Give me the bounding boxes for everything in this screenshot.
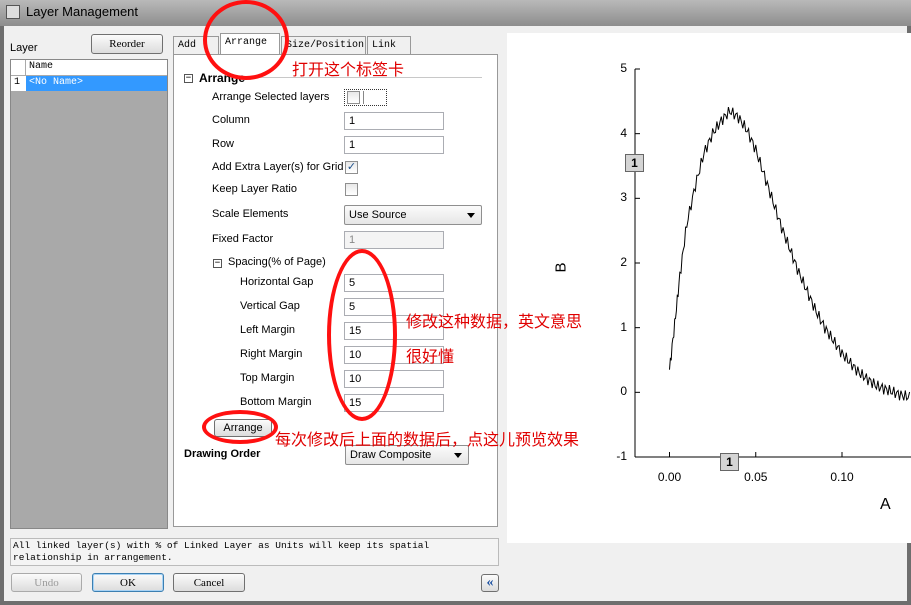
list-header: Name xyxy=(11,60,167,76)
column-label: Column xyxy=(212,114,250,126)
y-axis-label: B xyxy=(552,262,570,273)
scale-elements-select[interactable]: Use Source xyxy=(344,205,482,225)
arrange-collapse-toggle[interactable]: − xyxy=(184,74,193,83)
drawing-order-label: Drawing Order xyxy=(184,448,261,460)
scale-elements-value: Use Source xyxy=(349,209,407,221)
keep-ratio-checkbox[interactable] xyxy=(345,183,358,196)
add-extra-checkbox[interactable]: ✓ xyxy=(345,161,358,174)
info-text-line2: relationship in arrangement. xyxy=(13,552,173,563)
annotation-modify-2: 很好懂 xyxy=(406,349,455,366)
annotation-circle-values xyxy=(327,249,397,421)
chevron-down-icon xyxy=(454,453,462,458)
info-text-line1: All linked layer(s) with % of Linked Lay… xyxy=(13,540,430,551)
x-tick-marks xyxy=(669,452,843,457)
row-name: <No Name> xyxy=(29,77,84,88)
keep-ratio-label: Keep Layer Ratio xyxy=(212,183,297,195)
tab-link[interactable]: Link xyxy=(367,36,411,55)
y-tick-label: 3 xyxy=(620,190,627,205)
annotation-modify-1: 修改这种数据，英文意思 xyxy=(406,314,583,331)
window-title: Layer Management xyxy=(26,4,139,19)
graph-svg xyxy=(634,68,911,458)
fixed-factor-label: Fixed Factor xyxy=(212,233,274,245)
fixed-factor-input[interactable]: 1 xyxy=(344,231,444,249)
arrange-selected-checkbox[interactable] xyxy=(347,91,360,104)
y-tick-label: 0 xyxy=(620,384,627,399)
x-tick-label: 0.05 xyxy=(744,470,768,484)
ok-button[interactable]: OK xyxy=(92,573,164,592)
x-tick-label: 0.10 xyxy=(830,470,854,484)
spacing-collapse-toggle[interactable]: − xyxy=(213,259,222,268)
y-tick-label: 5 xyxy=(620,61,627,75)
chevron-down-icon xyxy=(467,213,475,218)
horizontal-gap-label: Horizontal Gap xyxy=(240,276,314,288)
layer-label: Layer xyxy=(10,42,38,54)
column-input[interactable]: 1 xyxy=(344,112,444,130)
undo-button[interactable]: Undo xyxy=(11,573,82,592)
right-margin-label: Right Margin xyxy=(240,348,303,360)
annotation-preview: 每次修改后上面的数据后，点这儿预览效果 xyxy=(275,432,580,449)
y-tick-label: 4 xyxy=(620,125,627,140)
y-tick-label: 2 xyxy=(620,255,627,269)
list-item[interactable]: 1 <No Name> xyxy=(11,76,167,91)
y-tick-marks xyxy=(635,68,640,458)
cancel-button[interactable]: Cancel xyxy=(173,573,245,592)
row-index: 1 xyxy=(14,77,21,88)
arrange-selected-checkbox-wrap[interactable] xyxy=(344,89,387,106)
arrange-selected-label: Arrange Selected layers xyxy=(212,91,330,103)
row-label: Row xyxy=(212,138,235,150)
y-tick-label: -1 xyxy=(616,449,627,463)
x-tick-label: 0.00 xyxy=(657,470,682,484)
app-icon xyxy=(6,5,20,19)
left-margin-label: Left Margin xyxy=(240,324,296,336)
drawing-order-value: Draw Composite xyxy=(350,449,432,461)
row-input[interactable]: 1 xyxy=(344,136,444,154)
tab-size-position[interactable]: Size/Position xyxy=(281,36,366,55)
layer-list[interactable]: Name 1 <No Name> xyxy=(10,59,168,529)
vertical-gap-label: Vertical Gap xyxy=(240,300,300,312)
bottom-margin-label: Bottom Margin xyxy=(240,396,312,408)
annotation-open-tab: 打开这个标签卡 xyxy=(292,62,405,79)
x-axis-label: A xyxy=(880,496,891,513)
y-tick-label: 1 xyxy=(620,319,627,334)
spacing-label: Spacing(% of Page) xyxy=(228,256,326,268)
top-margin-label: Top Margin xyxy=(240,372,295,384)
scale-elements-label: Scale Elements xyxy=(212,208,289,220)
title-bar: Layer Management xyxy=(0,0,911,26)
collapse-button[interactable]: « xyxy=(481,574,499,592)
annotation-circle-tab xyxy=(203,0,289,80)
row-name-selected[interactable]: <No Name> xyxy=(26,76,167,91)
list-header-name: Name xyxy=(29,61,54,72)
layer-badge-bottom[interactable]: 1 xyxy=(720,453,739,471)
info-box: All linked layer(s) with % of Linked Lay… xyxy=(10,538,499,566)
data-series-line xyxy=(669,106,911,401)
reorder-button[interactable]: Reorder xyxy=(91,34,163,54)
graph-preview: 1 1 B A -1 0 1 2 3 4 5 0.00 0.05 0.10 xyxy=(507,33,911,543)
add-extra-label: Add Extra Layer(s) for Grid xyxy=(212,161,344,173)
layer-badge-left[interactable]: 1 xyxy=(625,154,644,172)
annotation-circle-arrange xyxy=(202,410,278,444)
